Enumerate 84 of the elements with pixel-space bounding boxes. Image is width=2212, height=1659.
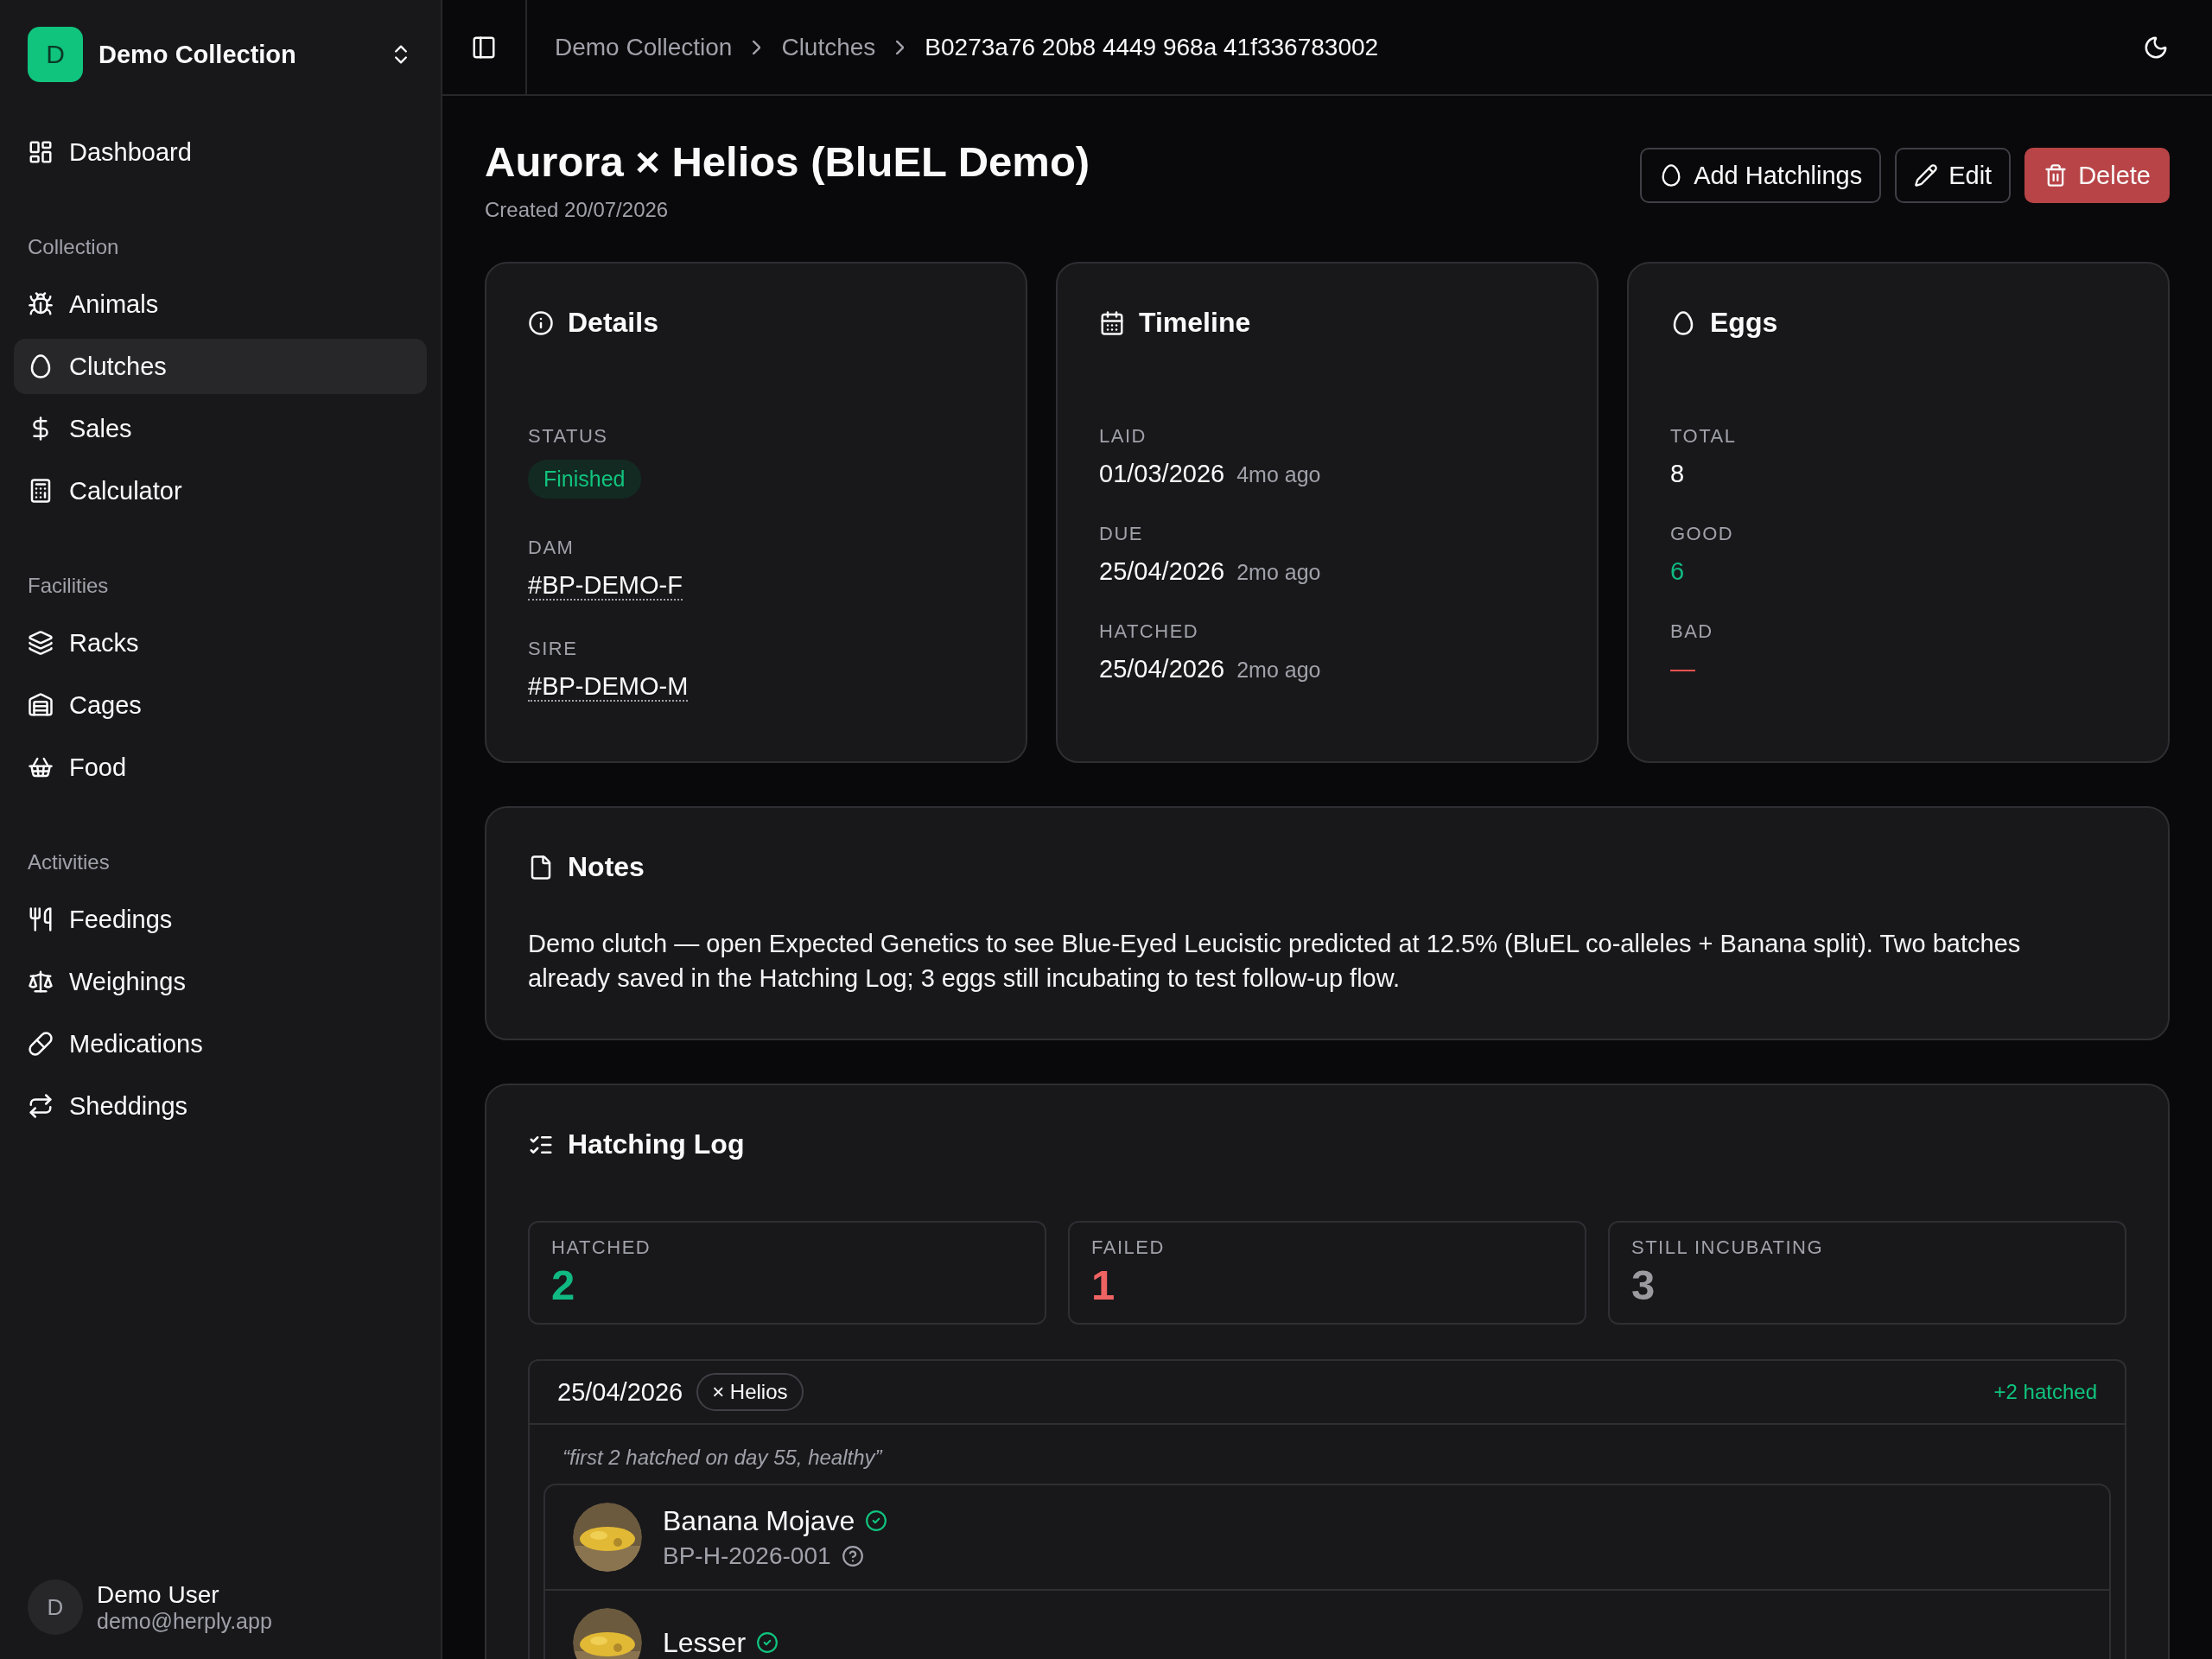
nav-item[interactable]: Calculator bbox=[14, 463, 427, 518]
hatchling-name: Banana Mojave bbox=[663, 1504, 855, 1537]
relative-time: 4mo ago bbox=[1236, 462, 1321, 486]
collection-logo[interactable]: D bbox=[28, 27, 83, 82]
breadcrumb-link[interactable]: B0273a76 20b8 4449 968a 41f336783002 bbox=[925, 33, 1379, 61]
nav-item[interactable]: Sales bbox=[14, 401, 427, 456]
count-value: — bbox=[1670, 655, 1696, 683]
stat-label: STILL INCUBATING bbox=[1631, 1236, 1825, 1259]
page-title: Aurora × Helios (BluEL Demo) bbox=[485, 137, 1090, 186]
hatched-count: +2 hatched bbox=[1993, 1380, 2097, 1404]
nav-icon bbox=[28, 1093, 54, 1119]
breadcrumb-link[interactable]: Demo Collection bbox=[555, 33, 733, 61]
nav-item[interactable]: Sheddings bbox=[14, 1078, 427, 1134]
section-title: Facilities bbox=[27, 574, 110, 598]
field-label: HATCHED bbox=[1099, 620, 1200, 643]
relative-time: 2mo ago bbox=[1236, 560, 1321, 584]
nav-item[interactable]: Cages bbox=[14, 677, 427, 733]
created-date: Created 20/07/2026 bbox=[485, 198, 670, 222]
nav-icon bbox=[28, 969, 54, 995]
field-label: DAM bbox=[528, 537, 575, 559]
collection-name[interactable]: Demo Collection bbox=[99, 40, 373, 69]
chevron-right-icon bbox=[896, 40, 905, 54]
date-value: 01/03/2026 bbox=[1099, 460, 1225, 487]
nav-item[interactable]: Food bbox=[14, 740, 427, 795]
nav-icon bbox=[28, 630, 54, 656]
nav-item[interactable]: Racks bbox=[14, 615, 427, 671]
count-value: 8 bbox=[1670, 460, 1686, 488]
status-badge: Finished bbox=[528, 460, 641, 499]
nav-item[interactable]: Weighings bbox=[14, 954, 427, 1009]
add-button[interactable]: Add Hatchlings bbox=[1640, 148, 1882, 203]
pencil-icon bbox=[1914, 163, 1939, 188]
section-title: Collection bbox=[27, 235, 120, 259]
hatchling-row[interactable]: Banana Mojave BP-H-2026-001 bbox=[545, 1485, 2109, 1591]
user-avatar[interactable]: D bbox=[28, 1580, 83, 1635]
stat-value: 1 bbox=[1091, 1261, 1116, 1309]
batch-date: 25/04/2026 bbox=[557, 1377, 683, 1407]
notes-text: Demo clutch — open Expected Genetics to see Blue-Eyed Leucistic predicted at 12.5% (BluEL co-alleles + Banana split). Two batches already saved in the Hatching Log; 3 eggs still incubating to test follow-up flow. bbox=[528, 929, 2022, 994]
hatchling-name: Lesser bbox=[663, 1626, 747, 1659]
dashboard-icon bbox=[28, 139, 54, 165]
card-title: Timeline bbox=[1139, 307, 1251, 339]
field-label: LAID bbox=[1099, 425, 1147, 448]
user-email: demo@herply.app bbox=[97, 1608, 272, 1634]
nav-item[interactable]: Dashboard bbox=[14, 124, 427, 180]
field-label: TOTAL bbox=[1670, 425, 1738, 448]
sire-tag: × Helios bbox=[696, 1373, 804, 1411]
count-value: 6 bbox=[1670, 557, 1686, 586]
sire-link[interactable]: #BP-DEMO-M bbox=[528, 672, 689, 702]
stat-label: FAILED bbox=[1091, 1236, 1166, 1259]
card-title: Eggs bbox=[1710, 307, 1778, 339]
nav-icon bbox=[28, 291, 54, 317]
field-label: DUE bbox=[1099, 523, 1144, 545]
help-icon[interactable] bbox=[841, 1544, 864, 1567]
dam-link[interactable]: #BP-DEMO-F bbox=[528, 571, 683, 601]
hatchling-row[interactable]: Lesser bbox=[545, 1591, 2109, 1659]
calendar-icon bbox=[1099, 309, 1125, 336]
date-value: 25/04/2026 bbox=[1099, 655, 1225, 683]
field-label: SIRE bbox=[528, 638, 579, 660]
nav-icon bbox=[28, 1031, 54, 1057]
hatchling-id: BP-H-2026-001 bbox=[663, 1541, 831, 1570]
nav-item[interactable]: Medications bbox=[14, 1016, 427, 1071]
chevron-right-icon bbox=[753, 40, 761, 54]
field-label: BAD bbox=[1670, 620, 1714, 643]
nav-item[interactable]: Animals bbox=[14, 276, 427, 332]
delete-button[interactable]: Delete bbox=[2024, 148, 2170, 203]
batch-note: “first 2 hatched on day 55, healthy” bbox=[562, 1445, 884, 1471]
section-title: Activities bbox=[27, 850, 111, 874]
card-title: Notes bbox=[568, 851, 645, 883]
edit-button[interactable]: Edit bbox=[1895, 148, 2012, 203]
breadcrumb-link[interactable]: Clutches bbox=[781, 33, 876, 61]
field-label: GOOD bbox=[1670, 523, 1735, 545]
stat-value: 3 bbox=[1631, 1261, 1656, 1309]
nav-item[interactable]: Clutches bbox=[14, 339, 427, 394]
user-name: Demo User bbox=[97, 1580, 220, 1609]
card-title: Details bbox=[568, 307, 658, 339]
nav-icon bbox=[28, 906, 54, 932]
stat-label: HATCHED bbox=[551, 1236, 652, 1259]
date-value: 25/04/2026 bbox=[1099, 557, 1225, 585]
stat-value: 2 bbox=[551, 1261, 576, 1309]
relative-time: 2mo ago bbox=[1236, 658, 1321, 682]
field-label: STATUS bbox=[528, 425, 609, 448]
nav-item[interactable]: Feedings bbox=[14, 892, 427, 947]
info-icon bbox=[528, 309, 554, 336]
nav-icon bbox=[28, 692, 54, 718]
card-title: Hatching Log bbox=[568, 1128, 745, 1160]
